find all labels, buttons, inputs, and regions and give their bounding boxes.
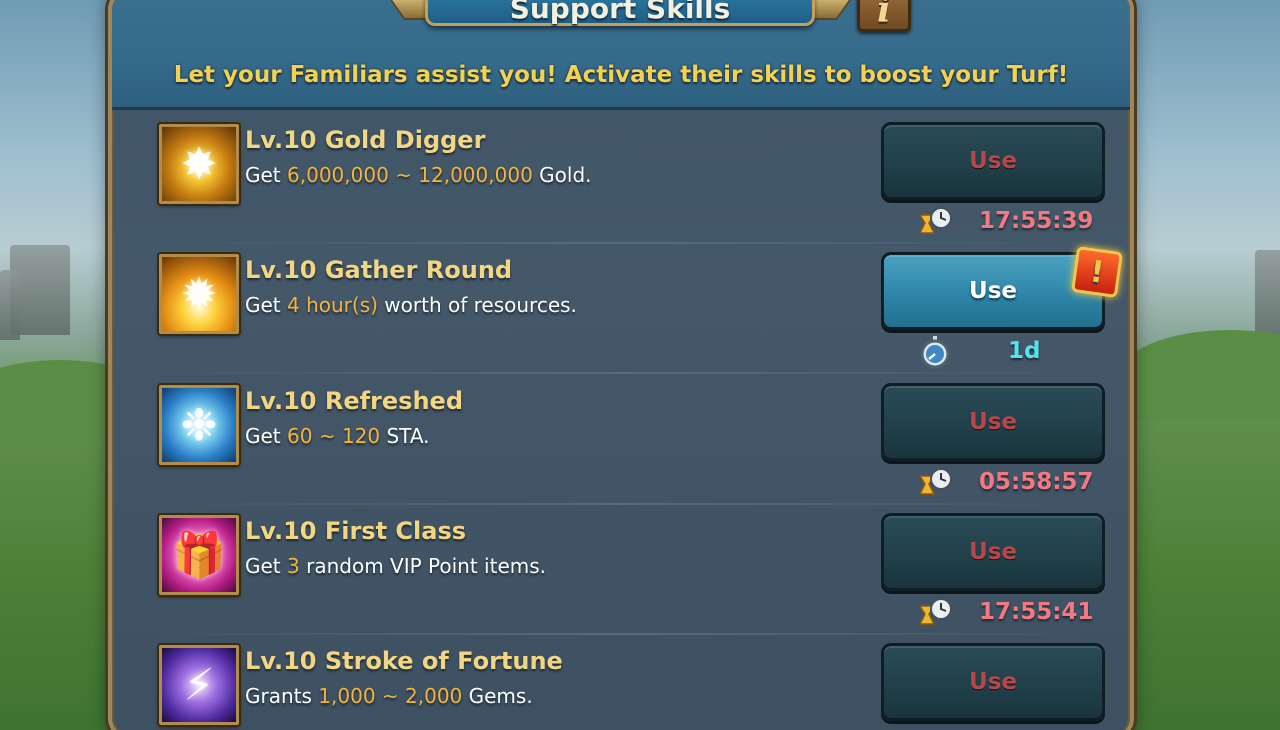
skill-row-gather-round: ✹ Lv.10 Gather Round Get 4 hour(s) worth…: [112, 244, 1130, 374]
stopwatch-icon: [920, 336, 950, 369]
skill-name: Lv.10 Stroke of Fortune: [245, 647, 563, 675]
first-class-gift-icon: 🎁: [159, 515, 239, 595]
gold-digger-icon: ✸: [159, 124, 239, 204]
skill-row-first-class: 🎁 Lv.10 First Class Get 3 random VIP Poi…: [112, 505, 1130, 635]
background-right: [1120, 0, 1280, 730]
skill-description: Grants 1,000 ~ 2,000 Gems.: [245, 684, 533, 708]
gather-round-icon: ✹: [159, 254, 239, 334]
skill-name: Lv.10 Gold Digger: [245, 126, 486, 154]
use-button-gold-digger[interactable]: Use: [881, 122, 1105, 200]
timer-text: 05:58:57: [979, 469, 1094, 495]
skill-row-stroke-of-fortune: ⚡ Lv.10 Stroke of Fortune Grants 1,000 ~…: [112, 635, 1130, 730]
cooldown-timer: 05:58:57: [917, 466, 1093, 498]
skill-name: Lv.10 Refreshed: [245, 387, 463, 415]
skill-name: Lv.10 First Class: [245, 517, 467, 545]
title-plate: Support Skills: [425, 0, 815, 26]
skill-row-gold-digger: ✸ Lv.10 Gold Digger Get 6,000,000 ~ 12,0…: [112, 114, 1130, 244]
timer-text: 17:55:39: [979, 208, 1094, 234]
skill-description: Get 3 random VIP Point items.: [245, 554, 547, 578]
use-button-refreshed[interactable]: Use: [881, 383, 1105, 461]
info-icon: i: [877, 0, 891, 31]
hourglass-clock-icon: [918, 207, 952, 234]
panel-subtitle: Let your Familiars assist you! Activate …: [173, 62, 1069, 88]
exclamation-alert-icon: !: [1071, 246, 1123, 298]
duration-timer: 1d: [917, 335, 1087, 369]
skill-description: Get 60 ~ 120 STA.: [245, 424, 430, 448]
timer-text: 1d: [1008, 338, 1041, 364]
cooldown-timer: 17:55:39: [917, 205, 1093, 237]
refreshed-icon: ❉: [159, 385, 239, 465]
hourglass-clock-icon: [918, 598, 952, 625]
timer-text: 17:55:41: [979, 599, 1094, 625]
info-button[interactable]: i: [857, 0, 911, 32]
skill-description: Get 4 hour(s) worth of resources.: [245, 293, 577, 317]
use-button-stroke-of-fortune[interactable]: Use: [881, 643, 1105, 721]
use-button-gather-round[interactable]: Use !: [881, 246, 1123, 330]
hourglass-clock-icon: [918, 468, 952, 495]
stroke-of-fortune-icon: ⚡: [159, 645, 239, 725]
skill-description: Get 6,000,000 ~ 12,000,000 Gold.: [245, 163, 592, 187]
use-button-first-class[interactable]: Use: [881, 513, 1105, 591]
support-skills-panel: Let your Familiars assist you! Activate …: [108, 0, 1134, 730]
row-divider: [152, 372, 1090, 374]
cooldown-timer: 17:55:41: [917, 596, 1093, 628]
skill-row-refreshed: ❉ Lv.10 Refreshed Get 60 ~ 120 STA. Use …: [112, 375, 1130, 505]
use-label: Use: [969, 278, 1017, 304]
skill-name: Lv.10 Gather Round: [245, 256, 513, 284]
page-title: Support Skills: [509, 0, 731, 25]
